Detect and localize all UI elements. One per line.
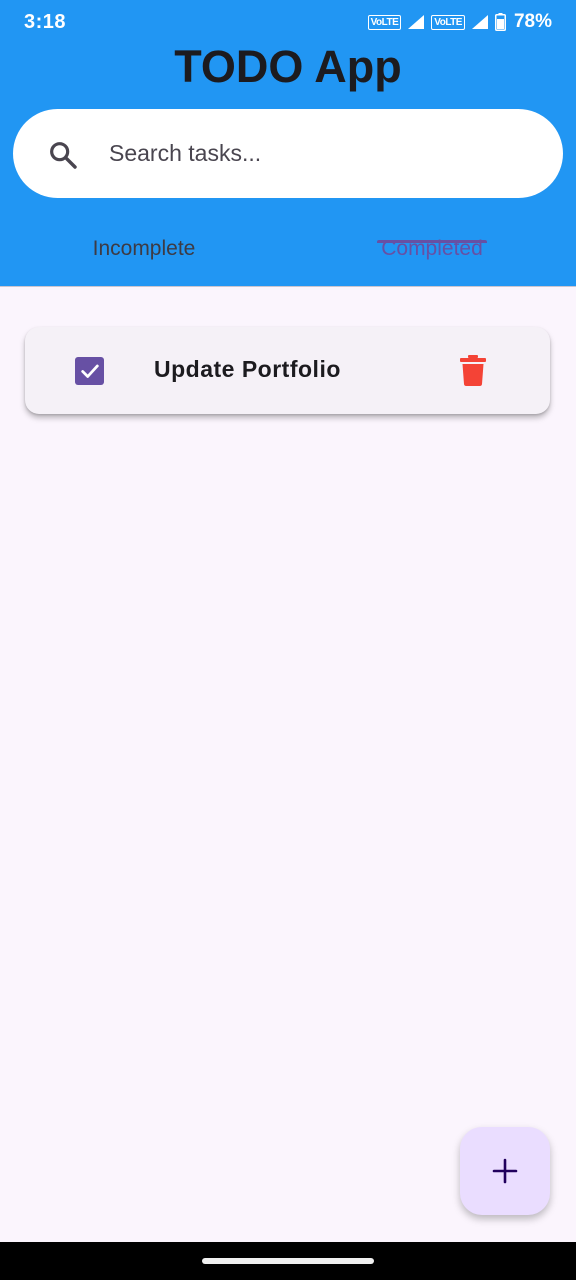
tab-indicator xyxy=(377,240,487,243)
signal-icon xyxy=(471,15,488,29)
tab-divider xyxy=(0,286,576,287)
status-icons: VoLTE VoLTE 78% xyxy=(367,11,552,33)
volte-badge-2: VoLTE xyxy=(431,14,465,30)
tab-completed[interactable]: Completed xyxy=(288,219,576,287)
tab-incomplete[interactable]: Incomplete xyxy=(0,219,288,287)
volte-badge-1: VoLTE xyxy=(367,14,402,30)
status-bar: 3:18 VoLTE VoLTE 78% xyxy=(0,0,576,44)
search-box[interactable] xyxy=(13,109,563,198)
task-card[interactable]: Update Portfolio xyxy=(25,327,550,414)
task-title: Update Portfolio xyxy=(154,356,341,382)
signal-icon xyxy=(408,15,425,29)
tab-bar: Incomplete Completed xyxy=(0,219,576,287)
trash-icon[interactable] xyxy=(458,354,488,387)
check-icon xyxy=(80,364,99,378)
search-icon xyxy=(50,142,77,169)
app-bar: TODO App Incomplete Completed xyxy=(0,44,576,287)
task-checkbox[interactable] xyxy=(75,357,104,385)
add-task-button[interactable] xyxy=(460,1127,550,1215)
tab-label: Incomplete xyxy=(92,237,196,260)
system-nav-bar xyxy=(0,1242,576,1280)
search-input[interactable] xyxy=(109,131,529,175)
page-title: TODO App xyxy=(174,41,402,92)
plus-icon xyxy=(492,1158,518,1184)
status-time: 3:18 xyxy=(24,10,67,33)
home-indicator[interactable] xyxy=(202,1258,374,1264)
battery-percent: 78% xyxy=(513,11,552,32)
battery-icon xyxy=(494,13,506,31)
